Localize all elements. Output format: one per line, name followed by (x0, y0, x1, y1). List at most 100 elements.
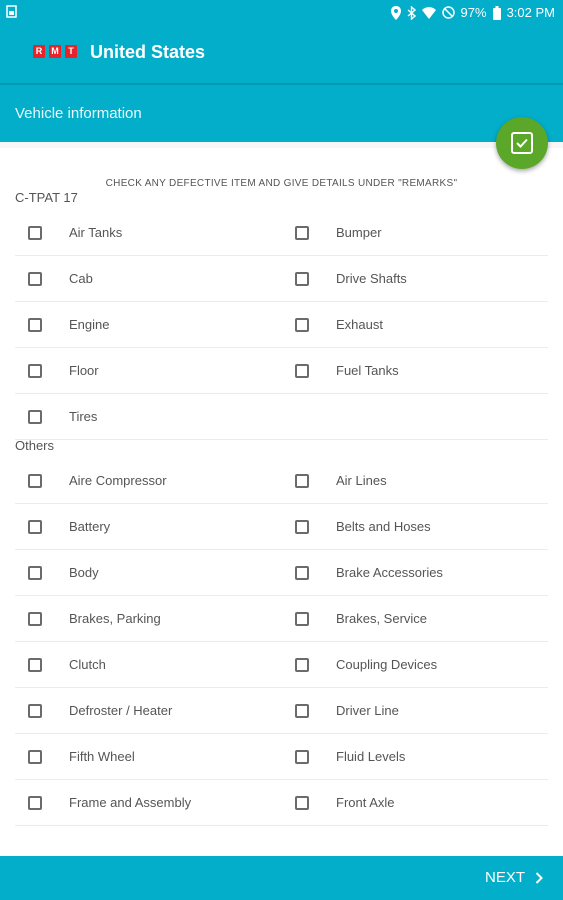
checklist-item[interactable]: Frame and Assembly (28, 780, 191, 825)
checklist-item-label: Air Lines (336, 473, 387, 488)
checklist-item[interactable]: Engine (28, 302, 109, 347)
checklist-item[interactable]: Coupling Devices (295, 642, 437, 687)
checkbox[interactable] (28, 795, 42, 810)
checklist-row: Frame and Assembly Front Axle (15, 780, 548, 826)
section-header: Vehicle information (0, 85, 563, 142)
checklist-item[interactable]: Aire Compressor (28, 458, 167, 503)
checkbox[interactable] (28, 271, 42, 286)
checkbox[interactable] (295, 271, 309, 286)
checklist-item-label: Coupling Devices (336, 657, 438, 672)
checklist-item-label: Tires (69, 409, 98, 424)
checklist-item-label: Clutch (69, 657, 106, 672)
checkbox[interactable] (28, 519, 42, 534)
checklist-item-label: Fifth Wheel (69, 749, 135, 764)
checklist-item[interactable]: Battery (28, 504, 110, 549)
instructions-text: CHECK ANY DEFECTIVE ITEM AND GIVE DETAIL… (105, 178, 458, 189)
checkbox[interactable] (28, 611, 42, 626)
checklist-item[interactable]: Clutch (28, 642, 106, 687)
battery-icon (492, 5, 501, 20)
checklist-item-label: Air Tanks (69, 225, 123, 240)
checklist-item[interactable]: Air Lines (295, 458, 387, 503)
checkbox[interactable] (28, 225, 42, 240)
checklist-row: Brakes, Parking Brakes, Service (15, 596, 548, 642)
checklist-item-label: Frame and Assembly (69, 795, 192, 810)
checklist-item[interactable]: Belts and Hoses (295, 504, 431, 549)
checkbox[interactable] (295, 225, 309, 240)
checklist-item-label: Fluid Levels (336, 749, 406, 764)
do-not-disturb-icon (441, 6, 455, 19)
app-logo: R M T (33, 45, 77, 58)
checklist-item[interactable]: Air Tanks (28, 210, 122, 255)
checklist-item[interactable]: Drive Shafts (295, 256, 407, 301)
checklist-item[interactable]: Driver Line (295, 688, 399, 733)
checkbox[interactable] (295, 473, 309, 488)
next-button[interactable]: NEXT (485, 869, 543, 886)
checkbox[interactable] (295, 795, 309, 810)
checklist-item-label: Brakes, Parking (69, 611, 161, 626)
checklist-item-label: Front Axle (336, 795, 395, 810)
checkbox[interactable] (28, 363, 42, 378)
checklist-row: Floor Fuel Tanks (15, 348, 548, 394)
checklist-item[interactable]: Brakes, Service (295, 596, 427, 641)
checklist-item-label: Driver Line (336, 703, 399, 718)
checkbox[interactable] (295, 519, 309, 534)
status-icons: 97% 3:02 PM (390, 5, 555, 20)
checkbox[interactable] (28, 473, 42, 488)
checklist-row: Aire Compressor Air Lines (15, 458, 548, 504)
checklist-item[interactable]: Tires (28, 394, 97, 439)
checklist-item-label: Engine (69, 317, 110, 332)
checkbox[interactable] (28, 657, 42, 672)
app-bar: R M T United States (0, 26, 563, 83)
app-title: United States (90, 42, 206, 62)
confirm-fab-button[interactable] (496, 117, 548, 169)
checklist-item-label: Belts and Hoses (336, 519, 431, 534)
checklist-item-label: Bumper (336, 225, 382, 240)
checkbox[interactable] (295, 703, 309, 718)
checklist-item-label: Body (69, 565, 99, 580)
checklist-item[interactable]: Defroster / Heater (28, 688, 172, 733)
checklist-row: Clutch Coupling Devices (15, 642, 548, 688)
checklist-item[interactable]: Cab (28, 256, 93, 301)
checklist-item[interactable]: Exhaust (295, 302, 383, 347)
battery-percent: 97% (460, 5, 487, 20)
checklist-item[interactable]: Fuel Tanks (295, 348, 399, 393)
checkbox[interactable] (28, 409, 42, 424)
checkbox[interactable] (295, 317, 309, 332)
checklist-item[interactable]: Horn (28, 826, 97, 840)
check-icon (511, 132, 533, 154)
checklist-item[interactable]: Body (28, 550, 99, 595)
checklist-item[interactable]: Bumper (295, 210, 382, 255)
chevron-right-icon (535, 871, 543, 884)
checklist-item[interactable]: Front Axle (295, 780, 395, 825)
checkbox[interactable] (295, 363, 309, 378)
checkbox[interactable] (295, 749, 309, 764)
checklist-row: Fifth Wheel Fluid Levels (15, 734, 548, 780)
checklist-item[interactable]: Fifth Wheel (28, 734, 135, 779)
checklist-item[interactable]: Brake Accessories (295, 550, 443, 595)
checklist-item-label: Cab (69, 271, 93, 286)
section-title-ctpat: C-TPAT 17 (15, 190, 78, 205)
checkbox[interactable] (295, 565, 309, 580)
checklist-row: Engine Exhaust (15, 302, 548, 348)
checklist-item-label: Exhaust (336, 317, 383, 332)
checkbox[interactable] (28, 703, 42, 718)
checkbox[interactable] (295, 657, 309, 672)
inspection-form[interactable]: CHECK ANY DEFECTIVE ITEM AND GIVE DETAIL… (0, 142, 563, 840)
checklist-row: Air Tanks Bumper (15, 210, 548, 256)
checklist-item[interactable]: Fluid Levels (295, 734, 405, 779)
checkbox[interactable] (28, 317, 42, 332)
checklist-item-label: Defroster / Heater (69, 703, 173, 718)
page-title: Vehicle information (15, 105, 142, 122)
checklist-item[interactable]: Floor (28, 348, 99, 393)
checklist-item[interactable]: Lights (295, 826, 371, 840)
checklist-item-label: Aire Compressor (69, 473, 167, 488)
checklist-item-label: Drive Shafts (336, 271, 407, 286)
status-bar: 97% 3:02 PM (0, 0, 563, 26)
checkbox[interactable] (295, 611, 309, 626)
checklist-item[interactable]: Brakes, Parking (28, 596, 161, 641)
checkbox[interactable] (28, 749, 42, 764)
checklist-item-label: Brakes, Service (336, 611, 428, 626)
checklist-row: Tires (15, 394, 548, 440)
clock: 3:02 PM (506, 5, 555, 20)
checkbox[interactable] (28, 565, 42, 580)
